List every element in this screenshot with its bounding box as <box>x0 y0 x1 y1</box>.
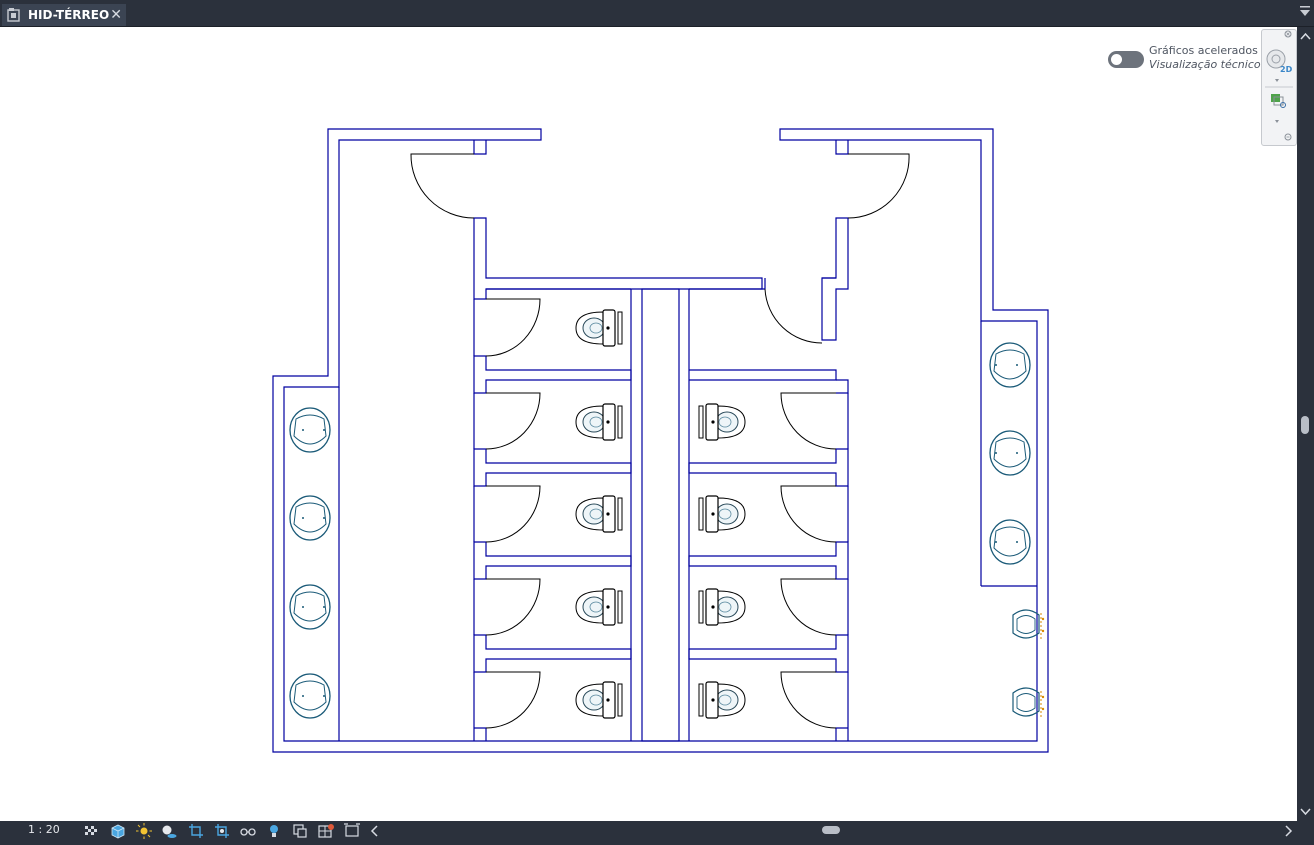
corridor-walls <box>473 140 849 742</box>
navbar-close-icon <box>1284 30 1292 38</box>
sun-path-icon[interactable] <box>135 822 153 840</box>
status-bar: 1 : 20 <box>0 821 1314 845</box>
tab-title: HID-TÉRREO <box>28 8 110 22</box>
status-scroll-right-icon[interactable] <box>1279 822 1297 840</box>
tab-list-menu-icon[interactable] <box>1300 6 1310 18</box>
scroll-up-icon[interactable] <box>1300 31 1311 41</box>
toilets <box>575 309 746 719</box>
drawing-canvas[interactable]: Gráficos acelerados Visualização técnico… <box>0 27 1297 821</box>
accelerated-graphics-label: Gráficos acelerados <box>1149 44 1258 57</box>
shadows-icon[interactable] <box>160 822 178 840</box>
visual-style-label: Visualização técnico <box>1149 58 1261 71</box>
scroll-down-icon[interactable] <box>1300 807 1311 817</box>
tab-bar: HID-TÉRREO ✕ <box>0 0 1314 27</box>
show-crop-region-icon[interactable] <box>213 822 231 840</box>
analytical-model-icon[interactable] <box>317 822 335 840</box>
toggle-knob <box>1111 54 1122 65</box>
floor-plan <box>272 128 1049 753</box>
zoom-extents-icon <box>1271 94 1286 108</box>
vertical-scroll-thumb[interactable] <box>1301 416 1309 434</box>
sinks <box>289 342 1031 719</box>
navigation-bar-icons: 2D <box>1265 30 1293 141</box>
view-scale[interactable]: 1 : 20 <box>28 823 60 836</box>
view-cube-2d-icon: 2D <box>1266 49 1293 74</box>
visual-style-cube-icon[interactable] <box>109 822 127 840</box>
document-tab[interactable]: HID-TÉRREO ✕ <box>2 4 126 26</box>
view-mode-label: 2D <box>1280 65 1293 74</box>
crop-view-icon[interactable] <box>187 822 205 840</box>
accelerated-graphics-toggle[interactable] <box>1108 51 1144 68</box>
temporary-view-properties-icon[interactable] <box>291 822 309 840</box>
view-menu-chevron-icon <box>1275 79 1279 82</box>
tab-close-icon[interactable]: ✕ <box>110 7 122 23</box>
reveal-hidden-icon[interactable] <box>265 822 283 840</box>
status-scroll-left-icon[interactable] <box>366 822 384 840</box>
vertical-scrollbar[interactable] <box>1297 27 1314 821</box>
urinals <box>1012 609 1045 718</box>
detail-level-icon[interactable] <box>83 822 101 840</box>
navbar-settings-icon <box>1284 133 1292 141</box>
zoom-menu-chevron-icon <box>1275 120 1279 123</box>
horizontal-scroll-thumb[interactable] <box>822 826 840 834</box>
outer-walls <box>272 128 1049 753</box>
navigation-bar: 2D <box>1261 29 1297 146</box>
highlight-displacement-icon[interactable] <box>343 822 361 840</box>
temporary-hide-icon[interactable] <box>239 822 257 840</box>
drawing-document-icon <box>7 8 20 22</box>
